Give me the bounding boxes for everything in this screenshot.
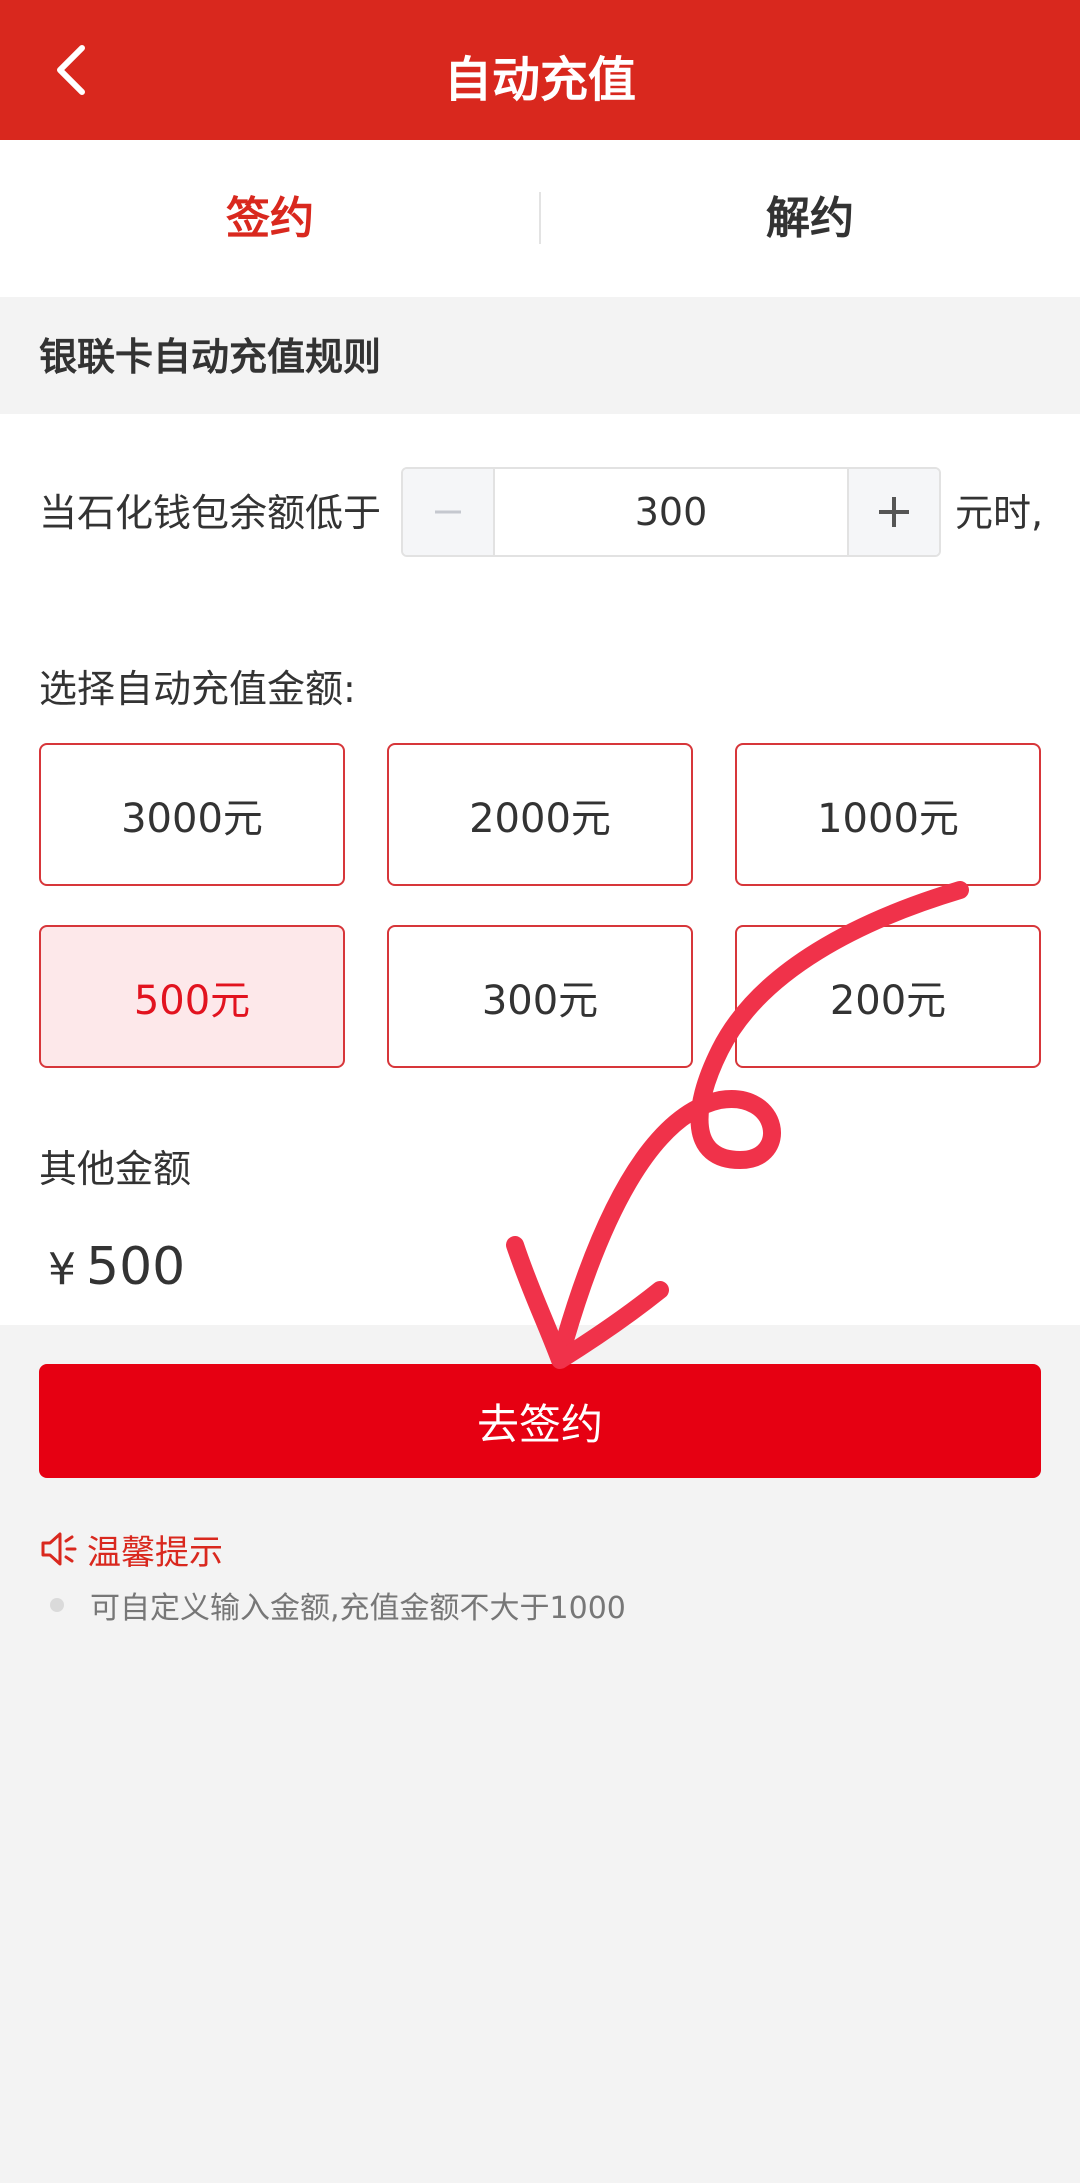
threshold-stepper: 300 <box>401 467 941 557</box>
minus-icon <box>435 510 461 514</box>
speaker-icon <box>41 1532 77 1566</box>
other-amount-label: 其他金额 <box>39 1147 192 1191</box>
tab-sign[interactable]: 签约 <box>0 140 540 297</box>
amount-option-300[interactable]: 300元 <box>387 925 693 1068</box>
choose-amount-label: 选择自动充值金额: <box>39 667 356 711</box>
other-amount-value: 500 <box>86 1237 186 1297</box>
plus-icon <box>879 497 909 527</box>
amount-option-1000[interactable]: 1000元 <box>735 743 1041 886</box>
threshold-input[interactable]: 300 <box>493 469 849 555</box>
amount-option-3000[interactable]: 3000元 <box>39 743 345 886</box>
amount-option-2000[interactable]: 2000元 <box>387 743 693 886</box>
amount-option-200[interactable]: 200元 <box>735 925 1041 1068</box>
tab-divider <box>539 192 541 244</box>
increment-button[interactable] <box>849 469 939 555</box>
rules-section-header: 银联卡自动充值规则 <box>0 297 1080 414</box>
sign-button[interactable]: 去签约 <box>39 1364 1041 1478</box>
bullet-dot <box>50 1598 64 1612</box>
threshold-label: 当石化钱包余额低于 <box>39 491 382 535</box>
tip-item: 可自定义输入金额,充值金额不大于1000 <box>50 1580 626 1630</box>
rules-title: 银联卡自动充值规则 <box>39 335 382 379</box>
tab-bar: 签约 解约 <box>0 140 1080 297</box>
app-header: 自动充值 <box>0 0 1080 140</box>
tips-title: 温馨提示 <box>87 1532 223 1573</box>
tab-cancel[interactable]: 解约 <box>540 140 1080 297</box>
other-amount-input[interactable]: ¥500 <box>48 1222 185 1315</box>
threshold-suffix: 元时, <box>955 491 1044 535</box>
page-title: 自动充值 <box>443 52 636 108</box>
decrement-button[interactable] <box>403 469 493 555</box>
currency-symbol: ¥ <box>48 1244 76 1295</box>
recharge-settings-panel: 当石化钱包余额低于 300 元时, 选择自动充值金额: 3000元 2000元 … <box>0 414 1080 1325</box>
tip-text: 可自定义输入金额,充值金额不大于1000 <box>90 1591 626 1626</box>
amount-option-500[interactable]: 500元 <box>39 925 345 1068</box>
tips-header: 温馨提示 <box>39 1523 223 1575</box>
